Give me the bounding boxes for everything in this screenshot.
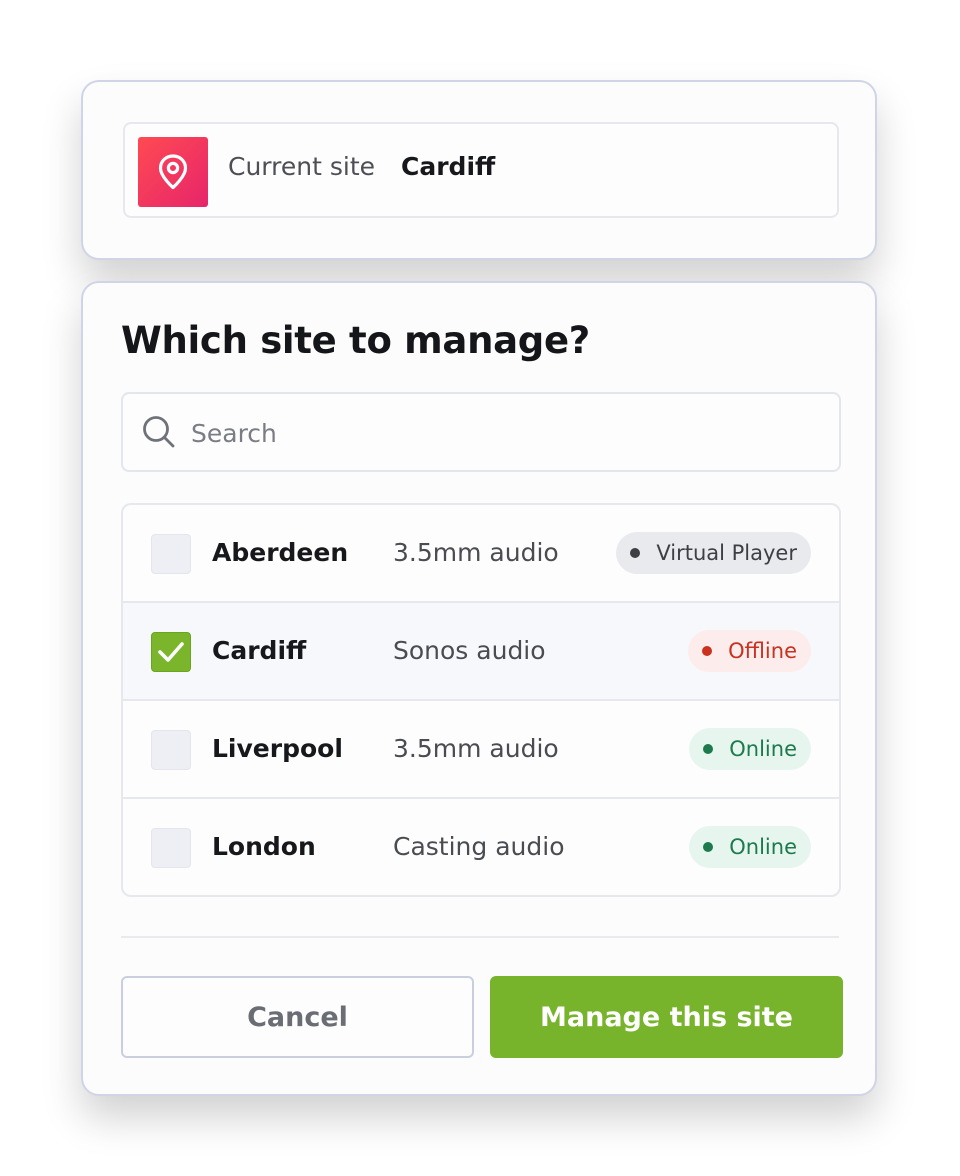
site-checkbox[interactable] <box>151 730 191 770</box>
search-icon <box>143 416 175 448</box>
site-name: Liverpool <box>212 734 343 763</box>
status-label: Online <box>729 737 797 761</box>
status-dot-icon <box>630 548 641 558</box>
site-audio-type: 3.5mm audio <box>393 734 559 763</box>
site-list: Aberdeen 3.5mm audio Virtual Player Card… <box>121 503 841 897</box>
status-badge: Online <box>689 728 811 770</box>
current-site-card: Current site Cardiff <box>81 80 877 260</box>
search-input[interactable] <box>189 408 813 458</box>
status-badge: Online <box>689 826 811 868</box>
search-box[interactable] <box>121 392 841 472</box>
site-name: Aberdeen <box>212 538 349 567</box>
site-row-london[interactable]: London Casting audio Online <box>123 799 839 895</box>
site-audio-type: Sonos audio <box>393 636 546 665</box>
map-pin-icon <box>138 137 208 207</box>
status-dot-icon <box>703 842 714 852</box>
status-label: Offline <box>728 639 797 663</box>
status-badge: Offline <box>688 630 811 672</box>
status-dot-icon <box>703 744 714 754</box>
site-row-liverpool[interactable]: Liverpool 3.5mm audio Online <box>123 701 839 799</box>
site-checkbox-checked[interactable] <box>151 632 191 672</box>
status-label: Online <box>729 835 797 859</box>
status-badge: Virtual Player <box>616 532 811 574</box>
divider <box>121 936 839 938</box>
site-checkbox[interactable] <box>151 534 191 574</box>
site-audio-type: 3.5mm audio <box>393 538 559 567</box>
site-name: Cardiff <box>212 636 307 665</box>
site-audio-type: Casting audio <box>393 832 565 861</box>
status-dot-icon <box>702 646 713 656</box>
status-label: Virtual Player <box>656 541 797 565</box>
current-site-label: Current site <box>228 152 375 181</box>
manage-site-button[interactable]: Manage this site <box>490 976 843 1058</box>
cancel-button[interactable]: Cancel <box>121 976 474 1058</box>
dialog-title: Which site to manage? <box>121 319 590 362</box>
checkmark-icon <box>158 642 184 662</box>
site-row-aberdeen[interactable]: Aberdeen 3.5mm audio Virtual Player <box>123 505 839 603</box>
site-checkbox[interactable] <box>151 828 191 868</box>
site-picker-dialog: Which site to manage? Aberdeen 3.5mm aud… <box>81 281 877 1096</box>
current-site-display[interactable]: Current site Cardiff <box>123 122 839 218</box>
current-site-value: Cardiff <box>401 152 496 181</box>
site-row-cardiff[interactable]: Cardiff Sonos audio Offline <box>123 603 839 701</box>
site-name: London <box>212 832 316 861</box>
